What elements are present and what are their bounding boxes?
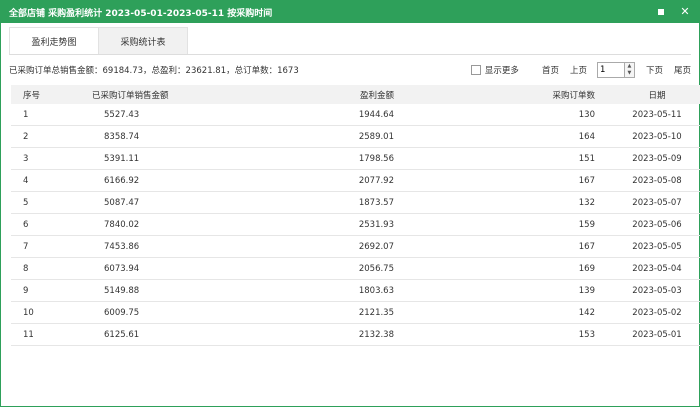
table-row[interactable]: 11 6125.61 2132.38 153 2023-05-01 — [11, 323, 700, 346]
cell-sales: 6073.94 — [84, 257, 243, 280]
cell-orders: 169 — [394, 257, 596, 280]
cell-orders: 130 — [394, 104, 596, 126]
cell-index: 5 — [11, 191, 84, 214]
cell-date: 2023-05-10 — [596, 125, 700, 148]
cell-orders: 164 — [394, 125, 596, 148]
cell-orders: 167 — [394, 169, 596, 192]
cell-profit: 2531.93 — [243, 213, 394, 236]
cell-sales: 8358.74 — [84, 125, 243, 148]
table-row[interactable]: 6 7840.02 2531.93 159 2023-05-06 — [11, 213, 700, 236]
window-title: 全部店铺 采购盈利统计 2023-05-01-2023-05-11 按采购时间 — [9, 8, 273, 19]
cell-orders: 142 — [394, 301, 596, 324]
cell-orders: 151 — [394, 147, 596, 170]
cell-date: 2023-05-08 — [596, 169, 700, 192]
table-row[interactable]: 10 6009.75 2121.35 142 2023-05-02 — [11, 301, 700, 324]
cell-index: 10 — [11, 301, 84, 324]
col-header-sales[interactable]: 已采购订单销售金额 — [84, 85, 243, 104]
col-header-profit[interactable]: 盈利金额 — [243, 85, 394, 104]
cell-index: 9 — [11, 279, 84, 302]
cell-sales: 7453.86 — [84, 235, 243, 258]
col-header-orders[interactable]: 采购订单数 — [394, 85, 596, 104]
cell-sales: 6125.61 — [84, 323, 243, 346]
cell-profit: 2132.38 — [243, 323, 394, 346]
cell-profit: 1873.57 — [243, 191, 394, 214]
table-header-row: 序号 已采购订单销售金额 盈利金额 采购订单数 日期 — [11, 85, 700, 104]
cell-sales: 5391.11 — [84, 147, 243, 170]
cell-sales: 7840.02 — [84, 213, 243, 236]
cell-orders: 153 — [394, 323, 596, 346]
stats-window: 全部店铺 采购盈利统计 2023-05-01-2023-05-11 按采购时间 … — [0, 0, 700, 407]
prev-page-link[interactable]: 上页 — [570, 64, 587, 76]
cell-profit: 1798.56 — [243, 147, 394, 170]
first-page-link[interactable]: 首页 — [542, 64, 559, 76]
cell-profit: 2692.07 — [243, 235, 394, 258]
table-row[interactable]: 8 6073.94 2056.75 169 2023-05-04 — [11, 257, 700, 280]
show-more-label[interactable]: 显示更多 — [485, 64, 519, 76]
cell-profit: 2077.92 — [243, 169, 394, 192]
page-spinner: ▲ ▼ — [623, 63, 634, 77]
cell-date: 2023-05-06 — [596, 213, 700, 236]
table-body: 1 5527.43 1944.64 130 2023-05-11 2 8358.74 2589… — [11, 104, 700, 346]
table-row[interactable]: 1 5527.43 1944.64 130 2023-05-11 — [11, 104, 700, 126]
tab-purchase-stats[interactable]: 采购统计表 — [98, 27, 188, 54]
tab-profit-trend[interactable]: 盈利走势图 — [9, 27, 99, 54]
close-icon: ✕ — [680, 5, 690, 18]
cell-index: 7 — [11, 235, 84, 258]
page-stepper: ▲ ▼ — [596, 62, 635, 78]
summary-text: 已采购订单总销售金额：69184.73，总盈利：23621.81，总订单数：16… — [9, 66, 299, 76]
cell-date: 2023-05-11 — [596, 104, 700, 126]
table-row[interactable]: 4 6166.92 2077.92 167 2023-05-08 — [11, 169, 700, 192]
cell-sales: 5527.43 — [84, 104, 243, 126]
cell-date: 2023-05-01 — [596, 323, 700, 346]
cell-date: 2023-05-05 — [596, 235, 700, 258]
cell-orders: 159 — [394, 213, 596, 236]
table-row[interactable]: 9 5149.88 1803.63 139 2023-05-03 — [11, 279, 700, 302]
cell-orders: 132 — [394, 191, 596, 214]
cell-profit: 2121.35 — [243, 301, 394, 324]
minimize-icon — [658, 9, 664, 15]
table-row[interactable]: 2 8358.74 2589.01 164 2023-05-10 — [11, 125, 700, 148]
minimize-button[interactable] — [655, 6, 667, 18]
col-header-index[interactable]: 序号 — [11, 85, 84, 104]
cell-index: 8 — [11, 257, 84, 280]
cell-profit: 2589.01 — [243, 125, 394, 148]
cell-date: 2023-05-02 — [596, 301, 700, 324]
table-row[interactable]: 5 5087.47 1873.57 132 2023-05-07 — [11, 191, 700, 214]
cell-index: 1 — [11, 104, 84, 126]
title-bar: 全部店铺 采购盈利统计 2023-05-01-2023-05-11 按采购时间 … — [1, 1, 699, 23]
cell-sales: 6009.75 — [84, 301, 243, 324]
last-page-link[interactable]: 尾页 — [674, 64, 691, 76]
cell-profit: 1944.64 — [243, 104, 394, 126]
cell-sales: 5087.47 — [84, 191, 243, 214]
table-row[interactable]: 3 5391.11 1798.56 151 2023-05-09 — [11, 147, 700, 170]
spin-up-icon[interactable]: ▲ — [625, 63, 634, 70]
cell-index: 3 — [11, 147, 84, 170]
pager: 显示更多 首页 上页 ▲ ▼ 下页 尾页 — [470, 62, 691, 78]
cell-date: 2023-05-03 — [596, 279, 700, 302]
cell-sales: 6166.92 — [84, 169, 243, 192]
cell-date: 2023-05-04 — [596, 257, 700, 280]
cell-index: 11 — [11, 323, 84, 346]
cell-orders: 139 — [394, 279, 596, 302]
cell-index: 4 — [11, 169, 84, 192]
cell-profit: 2056.75 — [243, 257, 394, 280]
page-number-input[interactable] — [597, 64, 624, 76]
cell-index: 2 — [11, 125, 84, 148]
cell-sales: 5149.88 — [84, 279, 243, 302]
spin-down-icon[interactable]: ▼ — [625, 70, 634, 77]
cell-date: 2023-05-07 — [596, 191, 700, 214]
toolbar: 已采购订单总销售金额：69184.73，总盈利：23621.81，总订单数：16… — [9, 55, 691, 85]
tab-bar: 盈利走势图 采购统计表 — [9, 26, 691, 55]
next-page-link[interactable]: 下页 — [646, 64, 663, 76]
table-row[interactable]: 7 7453.86 2692.07 167 2023-05-05 — [11, 235, 700, 258]
close-button[interactable]: ✕ — [679, 6, 691, 18]
show-more-checkbox[interactable] — [470, 65, 481, 75]
cell-date: 2023-05-09 — [596, 147, 700, 170]
cell-orders: 167 — [394, 235, 596, 258]
cell-profit: 1803.63 — [243, 279, 394, 302]
purchase-stats-table: 序号 已采购订单销售金额 盈利金额 采购订单数 日期 1 5527.43 1944.… — [11, 85, 700, 346]
col-header-date[interactable]: 日期 — [596, 85, 700, 104]
cell-index: 6 — [11, 213, 84, 236]
